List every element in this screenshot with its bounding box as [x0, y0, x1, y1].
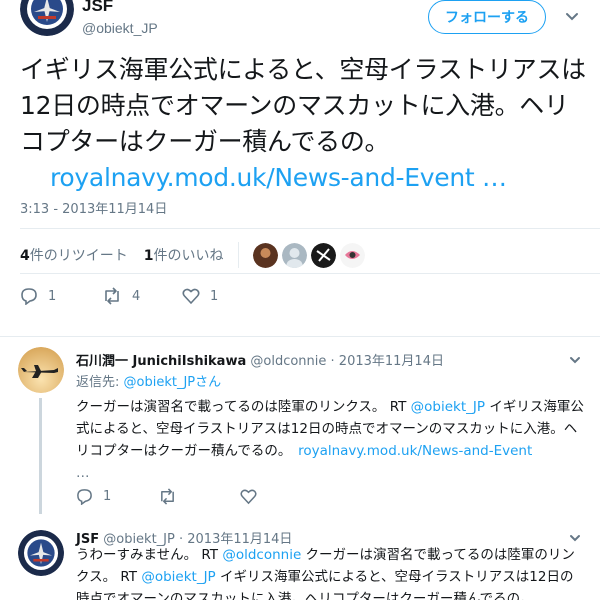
tweet-stats: 4件のリツイート 1件のいいね: [20, 242, 365, 268]
like-icon: [240, 489, 257, 505]
reply-button[interactable]: 1: [76, 488, 158, 505]
reply-to-line: 返信先: @obiekt_JPさん: [76, 372, 586, 394]
tweet-link[interactable]: royalnavy.mod.uk/News-and-Event …: [20, 163, 507, 192]
avatar[interactable]: [339, 242, 365, 268]
reply-author-name[interactable]: 石川潤一 JunichiIshikawa: [76, 354, 246, 369]
thread-line: [39, 398, 42, 514]
author-name[interactable]: JSF: [82, 0, 113, 16]
avatar[interactable]: [310, 242, 336, 268]
retweet-count: 4: [132, 288, 141, 304]
retweet-icon: [161, 488, 174, 505]
chevron-down-icon[interactable]: [564, 8, 580, 24]
tweet-timestamp[interactable]: 3:13 - 2013年11月14日: [20, 198, 167, 217]
reply-icon: [77, 489, 92, 505]
reply-button[interactable]: 1: [20, 287, 102, 305]
reply-ellipsis: …: [76, 465, 90, 481]
reply-actions: 1: [76, 488, 267, 505]
reply-text: クーガーは演習名で載ってるのは陸軍のリンクス。 RT @obiekt_JP イギ…: [76, 396, 586, 484]
retweet-stat[interactable]: 4件のリツイート: [20, 245, 128, 265]
like-count: 1: [210, 288, 219, 304]
retweet-button[interactable]: 4: [102, 287, 182, 305]
reply-link[interactable]: royalnavy.mod.uk/News-and-Event: [298, 443, 532, 459]
section-divider: [0, 336, 600, 337]
avatar[interactable]: [281, 242, 307, 268]
liker-avatars: [252, 242, 365, 268]
divider: [20, 273, 600, 274]
reply-text-part: うわーすみません。 RT: [76, 547, 223, 563]
tweet-actions: 1 4 1: [20, 287, 218, 305]
retweet-icon: [105, 287, 119, 305]
reply-count: 1: [103, 489, 112, 504]
reply-avatar[interactable]: [18, 530, 64, 576]
reply-icon: [21, 288, 37, 305]
like-button[interactable]: [240, 488, 267, 505]
stat-separator: [237, 242, 239, 268]
tweet-text: イギリス海軍公式によると、空母イラストリアスは12日の時点でオマーンのマスカット…: [20, 52, 590, 196]
like-stat[interactable]: 1件のいいね: [144, 245, 224, 265]
reply-text: うわーすみません。 RT @oldconnie クーガーは演習名で載ってるのは陸…: [76, 544, 586, 600]
tweet-body: イギリス海軍公式によると、空母イラストリアスは12日の時点でオマーンのマスカット…: [20, 55, 586, 156]
separator: ·: [326, 354, 339, 369]
reply-to-handle[interactable]: @obiekt_JP: [124, 375, 196, 390]
chevron-down-icon[interactable]: [568, 352, 582, 366]
author-handle[interactable]: @obiekt_JP: [82, 20, 158, 36]
reply-mention[interactable]: @obiekt_JP: [411, 399, 485, 415]
reply-author-handle[interactable]: @oldconnie: [250, 354, 326, 369]
avatar[interactable]: [252, 242, 278, 268]
follow-button[interactable]: フォローする: [428, 0, 546, 34]
reply-header: 石川潤一 JunichiIshikawa @oldconnie · 2013年1…: [76, 350, 444, 369]
retweet-stat-count: 4: [20, 248, 30, 264]
reply-count: 1: [48, 288, 57, 304]
retweet-stat-label: 件のリツイート: [29, 248, 128, 264]
like-button[interactable]: 1: [182, 287, 218, 305]
reply-to-prefix: 返信先:: [76, 375, 124, 390]
retweet-button[interactable]: [158, 488, 240, 505]
reply-text-part: クーガーは演習名で載ってるのは陸軍のリンクス。 RT: [76, 399, 411, 415]
author-avatar[interactable]: [20, 0, 74, 36]
reply-to-suffix: さん: [195, 375, 222, 390]
chevron-down-icon[interactable]: [568, 530, 582, 544]
reply-mention[interactable]: @oldconnie: [222, 547, 301, 563]
like-icon: [182, 288, 200, 305]
divider: [20, 228, 600, 229]
reply-date[interactable]: 2013年11月14日: [339, 354, 444, 369]
reply-mention[interactable]: @obiekt_JP: [141, 569, 215, 585]
like-stat-count: 1: [143, 248, 154, 264]
like-stat-label: 件のいいね: [153, 248, 224, 264]
reply-avatar[interactable]: [18, 347, 64, 393]
